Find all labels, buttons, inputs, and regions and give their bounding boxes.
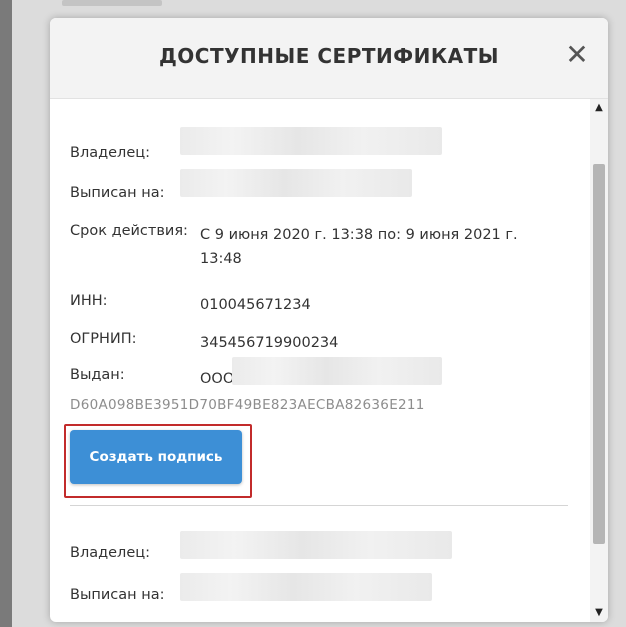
certificate-divider: [70, 505, 568, 506]
cert-validity-label: Срок действия:: [70, 223, 188, 239]
certificates-modal: ДОСТУПНЫЕ СЕРТИФИКАТЫ ✕ Владелец: Выписа…: [50, 18, 608, 622]
modal-header: ДОСТУПНЫЕ СЕРТИФИКАТЫ ✕: [50, 18, 608, 99]
scrollbar-thumb[interactable]: [593, 164, 605, 544]
cert-thumbprint: D60A098BE3951D70BF49BE823AECBA82636E211: [70, 397, 425, 413]
cert-ogrnip-label: ОГРНИП:: [70, 331, 137, 347]
close-icon[interactable]: ✕: [562, 40, 592, 70]
cert2-issued-to-label: Выписан на:: [70, 587, 165, 603]
cert-ogrnip-value: 345456719900234: [200, 335, 339, 351]
cert-issuer-redacted: [232, 357, 442, 385]
cert-inn-value: 010045671234: [200, 297, 311, 313]
cert2-owner-label: Владелец:: [70, 545, 150, 561]
cert2-issued-to-redacted: [180, 573, 432, 601]
modal-title: ДОСТУПНЫЕ СЕРТИФИКАТЫ: [158, 44, 500, 68]
scroll-down-arrow-icon[interactable]: ▼: [590, 604, 608, 622]
cert-issued-to-label: Выписан на:: [70, 185, 165, 201]
certificates-list: Владелец: Выписан на: Срок действия: С 9…: [50, 99, 590, 622]
create-signature-button[interactable]: Создать подпись: [70, 430, 242, 484]
cert-issuer-label: Выдан:: [70, 367, 125, 383]
cert-owner-redacted: [180, 127, 442, 155]
cert-inn-label: ИНН:: [70, 293, 108, 309]
window-left-edge: [0, 0, 12, 627]
cert-owner-label: Владелец:: [70, 145, 150, 161]
cert2-owner-redacted: [180, 531, 452, 559]
cert-validity-value: С 9 июня 2020 г. 13:38 по: 9 июня 2021 г…: [200, 227, 518, 267]
background-text-fragment: [62, 0, 162, 6]
cert-issued-to-redacted: [180, 169, 412, 197]
scrollbar[interactable]: ▲ ▼: [590, 99, 608, 622]
scroll-up-arrow-icon[interactable]: ▲: [590, 99, 608, 117]
